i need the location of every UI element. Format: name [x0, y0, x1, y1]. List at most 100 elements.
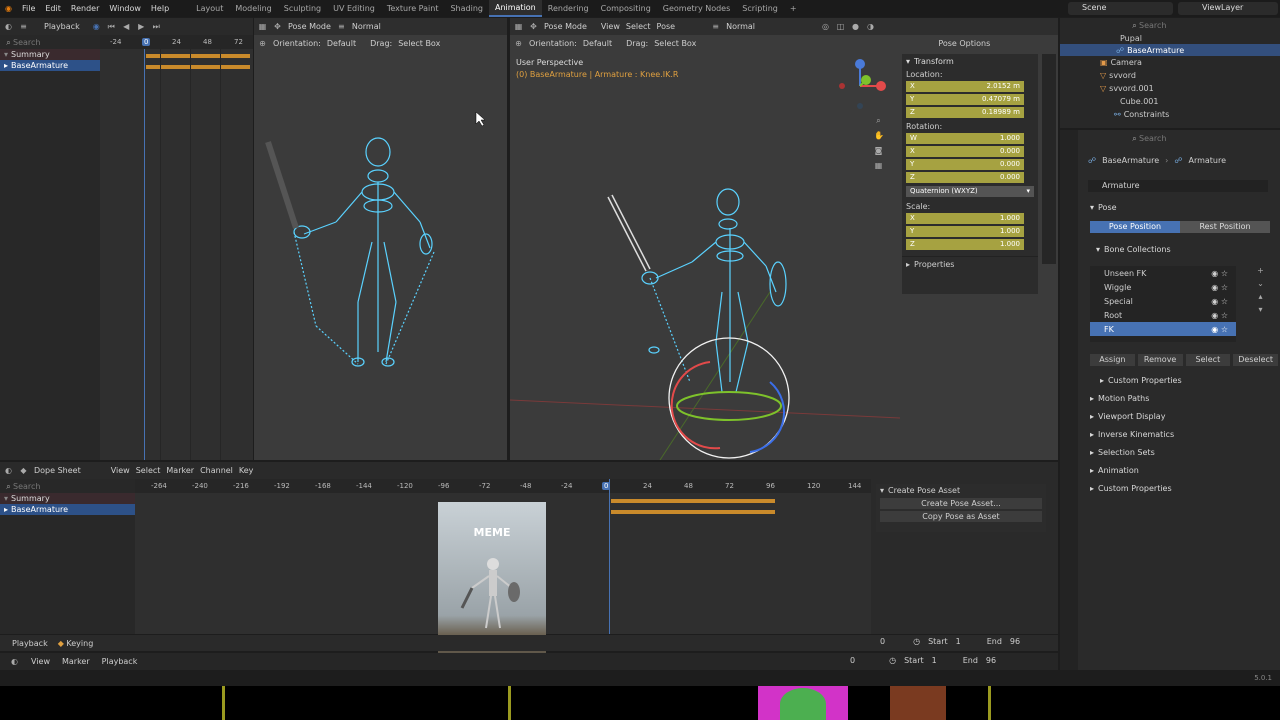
blender-logo-icon[interactable]: ◉	[0, 4, 17, 13]
tab-geometry-nodes[interactable]: Geometry Nodes	[657, 4, 736, 13]
orientation-selector[interactable]: Default	[327, 39, 356, 48]
properties-subpanel[interactable]: ▸ Properties	[902, 256, 1038, 272]
selection-sets-section[interactable]: ▸ Selection Sets	[1080, 443, 1155, 461]
view-menu[interactable]: View	[601, 22, 620, 31]
mini-row-basearmature[interactable]: ▸ BaseArmature	[0, 60, 100, 71]
copy-pose-as-asset-button[interactable]: Copy Pose as Asset	[880, 511, 1042, 522]
rotation-z-field[interactable]: Z 0.000	[906, 172, 1024, 183]
jump-end-icon[interactable]: ⏭	[152, 22, 161, 31]
marker-menu[interactable]: Marker	[166, 466, 194, 475]
play-reverse-icon[interactable]: ◀	[122, 22, 131, 31]
tab-shading[interactable]: Shading	[444, 4, 489, 13]
pan-hand-icon[interactable]: ✋	[874, 131, 884, 140]
dope-sheet-icon[interactable]: ◆	[19, 466, 28, 475]
mini-keyframe-bar[interactable]	[146, 54, 250, 58]
record-icon[interactable]: ◉	[92, 22, 101, 31]
menu-window[interactable]: Window	[104, 4, 146, 13]
bone-collection-item[interactable]: Unseen FK ◉ ☆	[1090, 266, 1236, 280]
dope-row-basearmature[interactable]: ▸ BaseArmature	[0, 504, 135, 515]
mini-timeline-area[interactable]: -24 0 24 48 72	[100, 35, 253, 460]
end-frame-field[interactable]: 96	[1010, 637, 1020, 646]
view-menu[interactable]: View	[111, 466, 130, 475]
create-pose-asset-button[interactable]: Create Pose Asset...	[880, 498, 1042, 509]
drag-selector[interactable]: Select Box	[398, 39, 440, 48]
menu-icon[interactable]: ≡	[19, 22, 28, 31]
rotation-x-field[interactable]: X 0.000	[906, 146, 1024, 157]
tab-animation[interactable]: Animation	[488, 0, 542, 17]
create-pose-asset-header[interactable]: ▾ Create Pose Asset	[876, 484, 1046, 496]
pose-menu[interactable]: Pose	[657, 22, 676, 31]
armature-data-name-field[interactable]: Armature	[1088, 180, 1268, 192]
custom-properties-inner-section[interactable]: ▸ Custom Properties	[1090, 371, 1182, 389]
channel-menu[interactable]: Channel	[200, 466, 233, 475]
inverse-kinematics-section[interactable]: ▸ Inverse Kinematics	[1080, 425, 1174, 443]
tab-scripting[interactable]: Scripting	[736, 4, 784, 13]
current-frame-field[interactable]: 0	[880, 637, 885, 646]
dope-keyframe-bar[interactable]	[611, 510, 775, 514]
dope-playhead[interactable]	[609, 479, 610, 634]
move-down-icon[interactable]: ▾	[1256, 305, 1265, 314]
editor-type-icon[interactable]: ▦	[258, 22, 267, 31]
play-icon[interactable]: ▶	[137, 22, 146, 31]
add-icon[interactable]: +	[1256, 266, 1265, 275]
chevron-down-icon[interactable]: ⌄	[1256, 279, 1265, 288]
playback-menu[interactable]: Playback	[12, 639, 48, 648]
end-frame-field[interactable]: 96	[986, 656, 996, 665]
menu-icon[interactable]: ≡	[337, 22, 346, 31]
xray-icon[interactable]: ◫	[836, 22, 845, 31]
overlay-icon[interactable]: ◎	[821, 22, 830, 31]
mini-row-summary[interactable]: ▾ Summary	[0, 49, 100, 60]
dope-row-summary[interactable]: ▾ Summary	[0, 493, 135, 504]
remove-button[interactable]: Remove	[1137, 354, 1183, 366]
select-button[interactable]: Select	[1185, 354, 1231, 366]
outliner-item-cube[interactable]: Cube.001	[1060, 95, 1280, 108]
viewport-display-section[interactable]: ▸ Viewport Display	[1080, 407, 1165, 425]
select-menu[interactable]: Select	[626, 22, 651, 31]
pose-mode-icon[interactable]: ✥	[529, 22, 538, 31]
bone-collection-item[interactable]: Wiggle ◉ ☆	[1090, 280, 1236, 294]
location-y-field[interactable]: Y 0.47079 m	[906, 94, 1024, 105]
mini-frame-ruler[interactable]: -24 0 24 48 72	[100, 35, 253, 49]
dope-search[interactable]: ⌕ Search	[0, 479, 135, 493]
rotation-w-field[interactable]: W 1.000	[906, 133, 1024, 144]
gizmo-icon[interactable]: ⊕	[258, 39, 267, 48]
dope-frame-ruler[interactable]: -264 -240 -216 -192 -168 -144 -120 -96 -72 -48 -24…	[135, 479, 871, 493]
skeleton-rig-front[interactable]	[254, 52, 507, 460]
current-frame-field[interactable]: 0	[850, 656, 855, 665]
editor-type-icon[interactable]: ◐	[10, 657, 19, 666]
rotation-y-field[interactable]: Y 0.000	[906, 159, 1024, 170]
mode-selector[interactable]: Pose Mode	[288, 22, 331, 31]
outliner-item-basearmature[interactable]: ☍ BaseArmature	[1060, 44, 1280, 56]
bone-collection-item[interactable]: Special ◉ ☆	[1090, 294, 1236, 308]
gizmo-icon[interactable]: ⊕	[514, 39, 523, 48]
shading-selector[interactable]: Normal	[726, 22, 755, 31]
menu-file[interactable]: File	[17, 4, 40, 13]
move-up-icon[interactable]: ▴	[1256, 292, 1265, 301]
pose-section[interactable]: ▾ Pose	[1080, 198, 1117, 216]
visibility-eye-icon[interactable]: ◉ ☆	[1211, 311, 1228, 320]
outliner-item-svvord[interactable]: ▽ svvord	[1060, 69, 1280, 82]
outliner-item-constraints[interactable]: ⚯ Constraints	[1060, 108, 1280, 121]
editor-type-icon[interactable]: ▦	[514, 22, 523, 31]
bone-collection-item-active[interactable]: FK ◉ ☆	[1090, 322, 1236, 336]
menu-icon[interactable]: ≡	[711, 22, 720, 31]
playback-menu[interactable]: Playback	[102, 657, 138, 666]
location-z-field[interactable]: Z 0.18989 m	[906, 107, 1024, 118]
orientation-selector[interactable]: Default	[583, 39, 612, 48]
menu-render[interactable]: Render	[66, 4, 104, 13]
visibility-eye-icon[interactable]: ◉ ☆	[1211, 269, 1228, 278]
tab-sculpting[interactable]: Sculpting	[278, 4, 327, 13]
outliner-item-svvord-001[interactable]: ▽ svvord.001	[1060, 82, 1280, 95]
shading-solid-icon[interactable]: ●	[851, 22, 860, 31]
camera-view-icon[interactable]: ◙	[874, 146, 883, 155]
tab-compositing[interactable]: Compositing	[595, 4, 657, 13]
outliner-item-camera[interactable]: ▣ Camera	[1060, 56, 1280, 69]
zoom-icon[interactable]: ⌕	[874, 116, 883, 125]
pose-mode-icon[interactable]: ✥	[273, 22, 282, 31]
pose-position-button[interactable]: Pose Position	[1090, 221, 1180, 233]
location-x-field[interactable]: X 2.0152 m	[906, 81, 1024, 92]
viewport-main[interactable]: ▦ ✥ Pose Mode View Select Pose ≡ Normal …	[510, 18, 1058, 460]
navigation-gizmo[interactable]	[836, 56, 896, 116]
playback-menu[interactable]: Playback	[44, 22, 80, 31]
rotation-mode-select[interactable]: Quaternion (WXYZ) ▾	[906, 186, 1034, 197]
